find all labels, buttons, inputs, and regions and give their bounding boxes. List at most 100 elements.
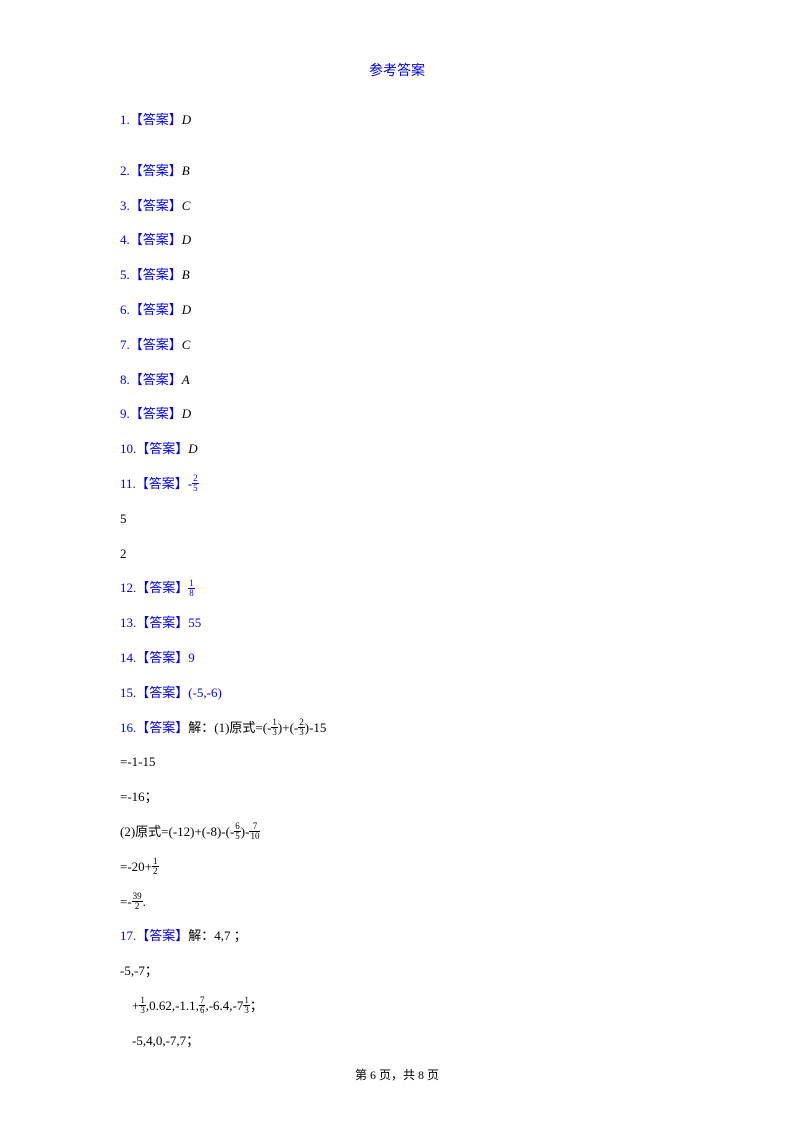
fraction: 76 [199,996,206,1015]
answer-value: D [188,441,197,456]
answer-8: 8.【答案】A [120,370,674,391]
answer-16: 16.【答案】解：(1)原式=(-13)+(-23)-15 [120,718,674,739]
answer-value: B [182,267,190,282]
answer-num: 5. [120,267,130,282]
answer-label: 【答案】 [136,441,188,456]
solution-step: -5,-7； [120,961,674,982]
answer-num: 17. [120,928,136,943]
footer-text: 页，共 [376,1068,418,1082]
answer-num: 12. [120,580,136,595]
footer-text: 第 [355,1068,370,1082]
answer-label: 【答案】 [136,580,188,595]
solution-text: ,0.62,-1.1, [146,998,199,1013]
answer-value: D [182,406,191,421]
answer-4: 4.【答案】D [120,230,674,251]
answer-num: 4. [120,232,130,247]
answer-label: 【答案】 [136,650,188,665]
answer-10: 10.【答案】D [120,439,674,460]
solution-step: =-16； [120,787,674,808]
page-footer: 第 6 页，共 8 页 [0,1066,794,1083]
answer-label: 【答案】 [130,372,182,387]
answer-7: 7.【答案】C [120,335,674,356]
solution-text: =-20+ [120,859,152,874]
answer-11: 11.【答案】-25 [120,474,674,495]
answer-num: 7. [120,337,130,352]
answer-num: 8. [120,372,130,387]
solution-text: )-15 [305,720,327,735]
answer-label: 【答案】 [136,476,188,491]
answer-value: B [182,163,190,178]
fraction: 25 [192,474,199,493]
answer-label: 【答案】 [136,720,188,735]
fraction: 23 [298,718,305,737]
answer-num: 1. [120,112,130,127]
answer-num: 11. [120,476,136,491]
answer-3: 3.【答案】C [120,196,674,217]
answer-num: 13. [120,615,136,630]
solution-text: 解：4,7 ； [188,928,247,943]
answer-label: 【答案】 [130,302,182,317]
solution-step: =-20+12 [120,857,674,878]
fraction: 65 [234,822,241,841]
fraction: 13 [243,996,250,1015]
page-title: 参考答案 [120,60,674,80]
answer-14: 14.【答案】9 [120,648,674,669]
solution-text: =- [120,894,132,909]
footer-text: 页 [424,1068,439,1082]
solution-step: =-1-15 [120,752,674,773]
answer-label: 【答案】 [130,337,182,352]
answer-num: 14. [120,650,136,665]
answer-num: 15. [120,685,136,700]
answer-6: 6.【答案】D [120,300,674,321]
stray-text-2: 2 [120,544,674,565]
fraction: 18 [188,579,195,598]
answer-5: 5.【答案】B [120,265,674,286]
solution-step: -5,4,0,-7,7； [120,1031,674,1052]
fraction: 12 [152,857,159,876]
solution-step: =-392. [120,892,674,913]
answer-2: 2.【答案】B [120,161,674,182]
answer-num: 3. [120,198,130,213]
answer-value: 9 [188,650,195,665]
fraction: 392 [132,892,143,911]
answer-num: 16. [120,720,136,735]
answer-value: 55 [188,615,201,630]
answer-value: (-5,-6) [188,685,222,700]
answer-label: 【答案】 [136,928,188,943]
solution-text: ,-6.4,-7 [205,998,243,1013]
answer-label: 【答案】 [130,198,182,213]
solution-text: )- [241,824,250,839]
answer-num: 10. [120,441,136,456]
answer-value: A [182,372,190,387]
solution-text: )+(- [278,720,298,735]
answer-13: 13.【答案】55 [120,613,674,634]
answer-value: D [182,302,191,317]
answer-15: 15.【答案】(-5,-6) [120,683,674,704]
answer-17: 17.【答案】解：4,7 ； [120,926,674,947]
answer-value: C [182,198,191,213]
solution-step: +13,0.62,-1.1,76,-6.4,-713； [120,996,674,1017]
fraction: 710 [249,822,260,841]
answer-num: 9. [120,406,130,421]
fraction: 13 [139,996,146,1015]
answer-num: 2. [120,163,130,178]
solution-text: (2)原式=(-12)+(-8)-(- [120,824,234,839]
answer-label: 【答案】 [136,615,188,630]
answer-value: D [182,232,191,247]
answer-9: 9.【答案】D [120,404,674,425]
stray-text-5: 5 [120,509,674,530]
answer-num: 6. [120,302,130,317]
solution-step: (2)原式=(-12)+(-8)-(-65)-710 [120,822,674,843]
answer-value: D [182,112,191,127]
page-content: 参考答案 1.【答案】D 2.【答案】B 3.【答案】C 4.【答案】D 5.【… [0,0,794,1052]
answer-12: 12.【答案】18 [120,578,674,599]
answer-label: 【答案】 [130,163,182,178]
answer-label: 【答案】 [130,406,182,421]
answer-1: 1.【答案】D [120,110,674,131]
answer-label: 【答案】 [130,267,182,282]
answer-value: C [182,337,191,352]
solution-text: 解：(1)原式=(- [188,720,271,735]
solution-text: + [132,998,139,1013]
solution-text: . [143,894,146,909]
solution-text: ； [250,998,263,1013]
